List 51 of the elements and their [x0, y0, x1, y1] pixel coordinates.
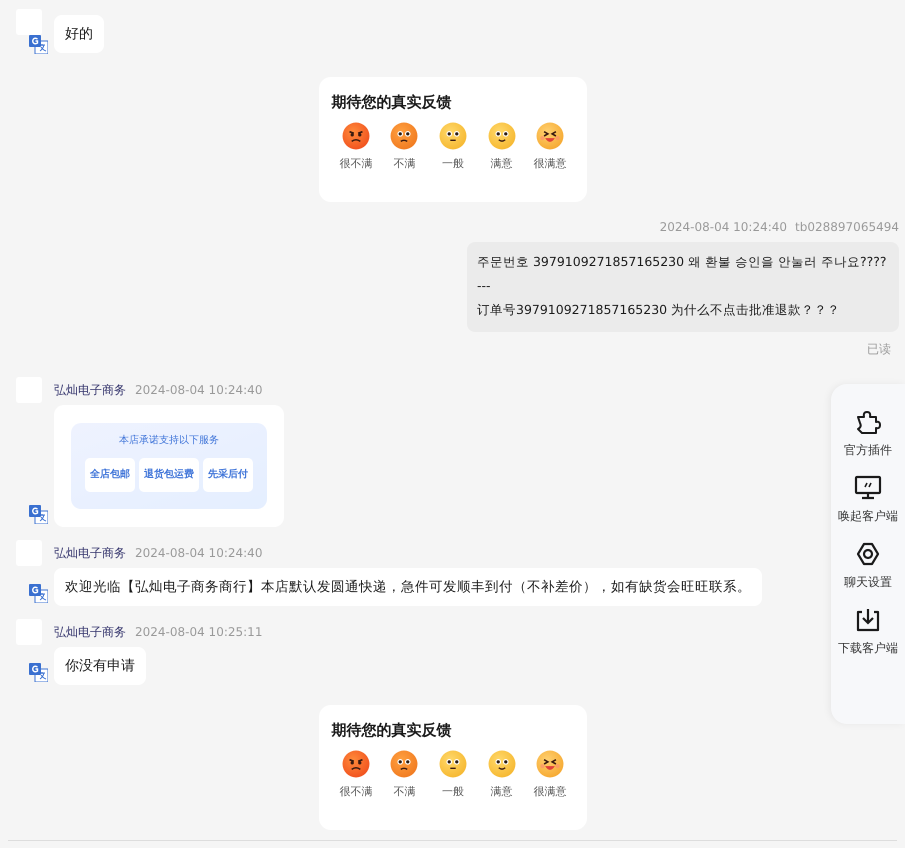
rating-label[interactable]: 很不满 — [339, 784, 372, 799]
translate-icon[interactable] — [29, 505, 48, 524]
smile-face-icon[interactable] — [488, 750, 516, 778]
message-time: 2024-08-04 10:24:40 — [135, 546, 262, 560]
rating-label[interactable]: 很不满 — [339, 156, 372, 171]
neutral-face-icon[interactable] — [438, 122, 467, 150]
settings-icon — [854, 540, 882, 568]
rating-label[interactable]: 一般 — [442, 784, 464, 799]
message-bubble: 你没有申请 — [54, 647, 146, 685]
sender-name: 弘灿电子商务 — [54, 625, 126, 639]
rating-label[interactable]: 满意 — [490, 784, 513, 799]
translate-icon[interactable] — [29, 584, 48, 603]
monitor-icon — [854, 474, 882, 502]
download-icon — [854, 606, 882, 634]
side-panel-button[interactable]: 官方插件 — [844, 408, 892, 459]
upset-face-icon[interactable] — [390, 750, 418, 778]
side-panel-button[interactable]: 聊天设置 — [844, 540, 892, 591]
puzzle-icon — [854, 408, 882, 436]
translate-icon[interactable] — [29, 663, 48, 682]
service-tag: 全店包邮 — [85, 458, 135, 492]
neutral-face-icon[interactable] — [438, 750, 467, 778]
laugh-face-icon[interactable] — [536, 750, 564, 778]
rating-label[interactable]: 不满 — [393, 784, 416, 799]
message-time: 2024-08-04 10:25:11 — [135, 625, 262, 639]
laugh-face-icon[interactable] — [536, 122, 564, 150]
message-time: 2024-08-04 10:24:40 — [660, 220, 788, 234]
upset-face-icon[interactable] — [390, 122, 418, 150]
rating-label[interactable]: 一般 — [442, 156, 464, 171]
sender-name: tb028897065494 — [795, 220, 899, 234]
side-panel-button[interactable]: 下载客户端 — [838, 606, 898, 657]
service-tag: 退货包运费 — [139, 458, 199, 492]
rating-label[interactable]: 满意 — [490, 156, 513, 171]
translate-icon[interactable] — [29, 35, 48, 54]
side-panel-button[interactable]: 唤起客户端 — [838, 474, 898, 525]
rating-label[interactable]: 不满 — [393, 156, 416, 171]
read-status: 已读 — [867, 341, 891, 358]
angry-face-icon[interactable] — [342, 122, 370, 150]
message-bubble: 주문번호 3979109271857165230 왜 환불 승인을 안눌러 주나요???? --- 订单号3979109271857165230 为什么不点击批准退款？？？ — [467, 242, 899, 332]
banner-title: 本店承诺支持以下服务 — [119, 434, 219, 448]
sender-name: 弘灿电子商务 — [54, 546, 126, 560]
message-bubble: 好的 — [54, 15, 104, 53]
message-time: 2024-08-04 10:24:40 — [135, 383, 262, 397]
service-tag: 先采后付 — [203, 458, 253, 492]
rating-label[interactable]: 很满意 — [534, 784, 567, 799]
sender-name: 弘灿电子商务 — [54, 383, 126, 397]
feedback-title: 期待您的真实反馈 — [332, 721, 452, 740]
angry-face-icon[interactable] — [342, 750, 370, 778]
smile-face-icon[interactable] — [488, 122, 516, 150]
feedback-title: 期待您的真实反馈 — [332, 93, 452, 112]
rating-label[interactable]: 很满意 — [534, 156, 567, 171]
message-bubble: 欢迎光临【弘灿电子商务商行】本店默认发圆通快递，急件可发顺丰到付（不补差价），如有缺货会旺旺联系。 — [54, 568, 762, 606]
